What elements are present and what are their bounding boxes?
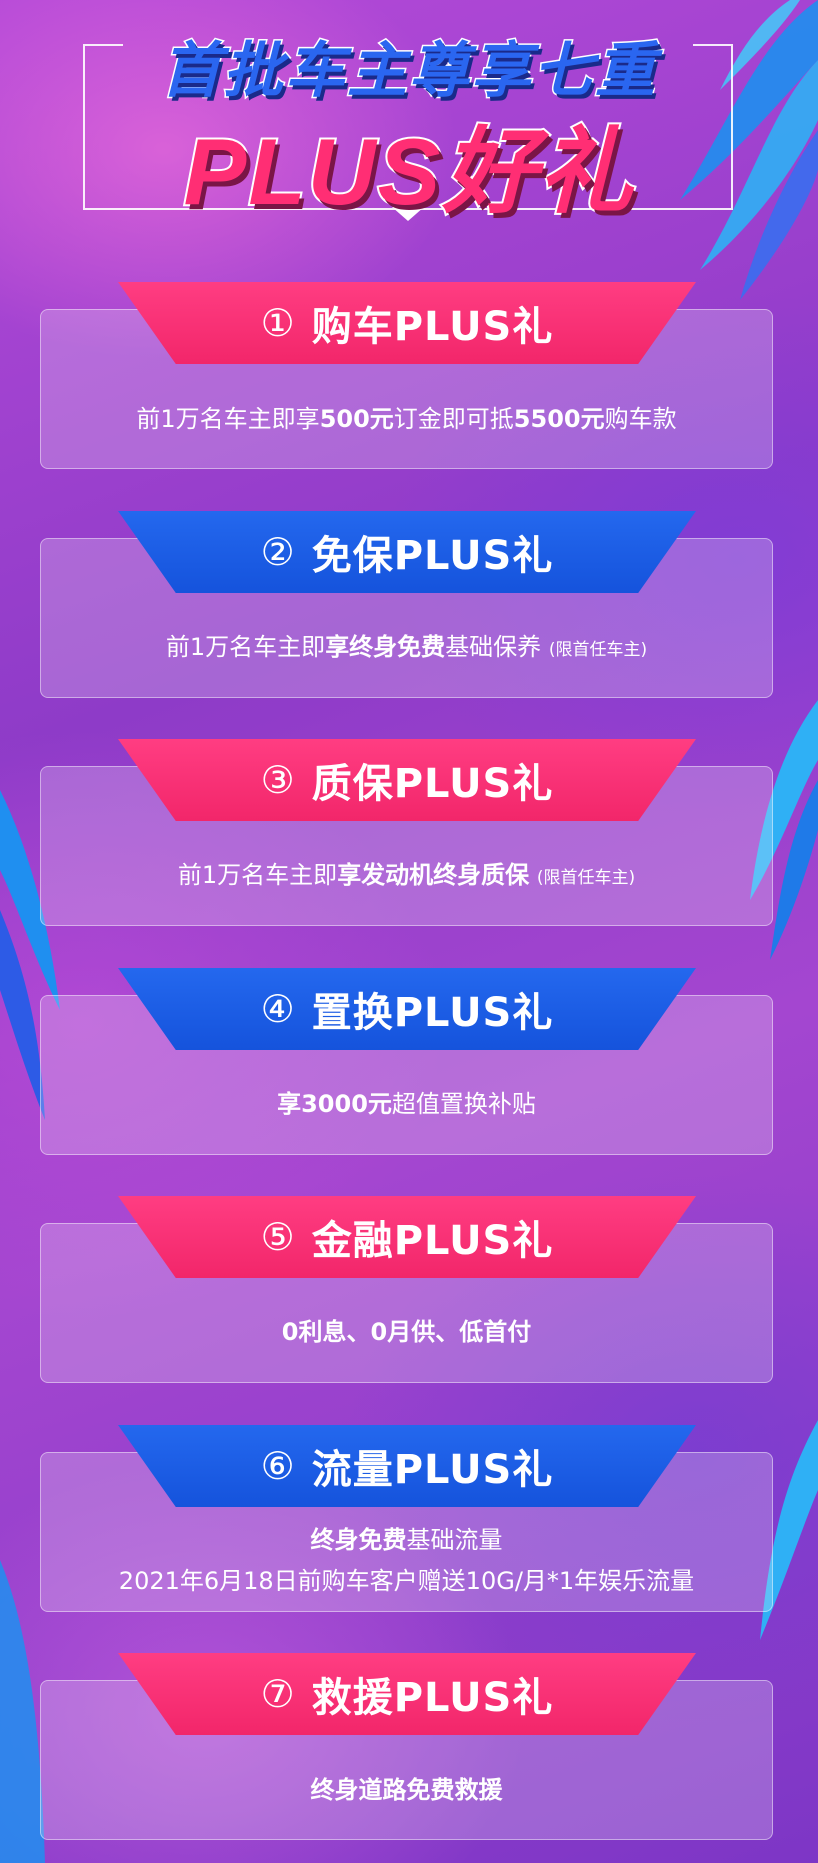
gift-description-1: 前1万名车主即享500元订金即可抵5500元购车款 <box>136 405 677 433</box>
page-subtitle: PLUS好礼 <box>182 117 635 226</box>
gift-number: ① <box>260 301 296 345</box>
gift-banner-5: ⑤ 金融PLUS礼 <box>118 1196 696 1278</box>
gift-description-5: 0利息、0月供、低首付 <box>281 1318 532 1346</box>
gift-number: ④ <box>260 987 296 1031</box>
gift-number: ⑦ <box>260 1672 296 1716</box>
gift-description-7: 终身道路免费救援 <box>310 1776 503 1804</box>
gift-description-2: 前1万名车主即享终身免费基础保养 (限首任车主) <box>165 633 648 661</box>
gift-title: 购车PLUS礼 <box>311 304 554 350</box>
gift-banner-1: ① 购车PLUS礼 <box>118 282 696 364</box>
gift-banner-6: ⑥ 流量PLUS礼 <box>118 1425 696 1507</box>
gift-description-6-line2: 2021年6月18日前购车客户赠送10G/月*1年娱乐流量 <box>118 1567 695 1595</box>
gift-description-4: 享3000元超值置换补贴 <box>277 1090 536 1118</box>
gift-banner-7: ⑦ 救援PLUS礼 <box>118 1653 696 1735</box>
gift-number: ⑤ <box>260 1215 296 1259</box>
gift-banner-3: ③ 质保PLUS礼 <box>118 739 696 821</box>
gift-description-6: 终身免费基础流量 <box>310 1526 503 1554</box>
gift-number: ② <box>260 530 296 574</box>
gift-title: 免保PLUS礼 <box>311 533 554 579</box>
gift-title: 置换PLUS礼 <box>311 990 554 1036</box>
gift-banner-4: ④ 置换PLUS礼 <box>118 968 696 1050</box>
gift-title: 流量PLUS礼 <box>311 1447 554 1493</box>
gift-number: ③ <box>260 758 296 802</box>
gift-banner-2: ② 免保PLUS礼 <box>118 511 696 593</box>
gift-title: 质保PLUS礼 <box>311 761 554 807</box>
gift-title: 救援PLUS礼 <box>311 1675 554 1721</box>
gift-number: ⑥ <box>260 1444 296 1488</box>
gift-title: 金融PLUS礼 <box>311 1218 554 1264</box>
gift-description-3: 前1万名车主即享发动机终身质保 (限首任车主) <box>177 861 636 889</box>
